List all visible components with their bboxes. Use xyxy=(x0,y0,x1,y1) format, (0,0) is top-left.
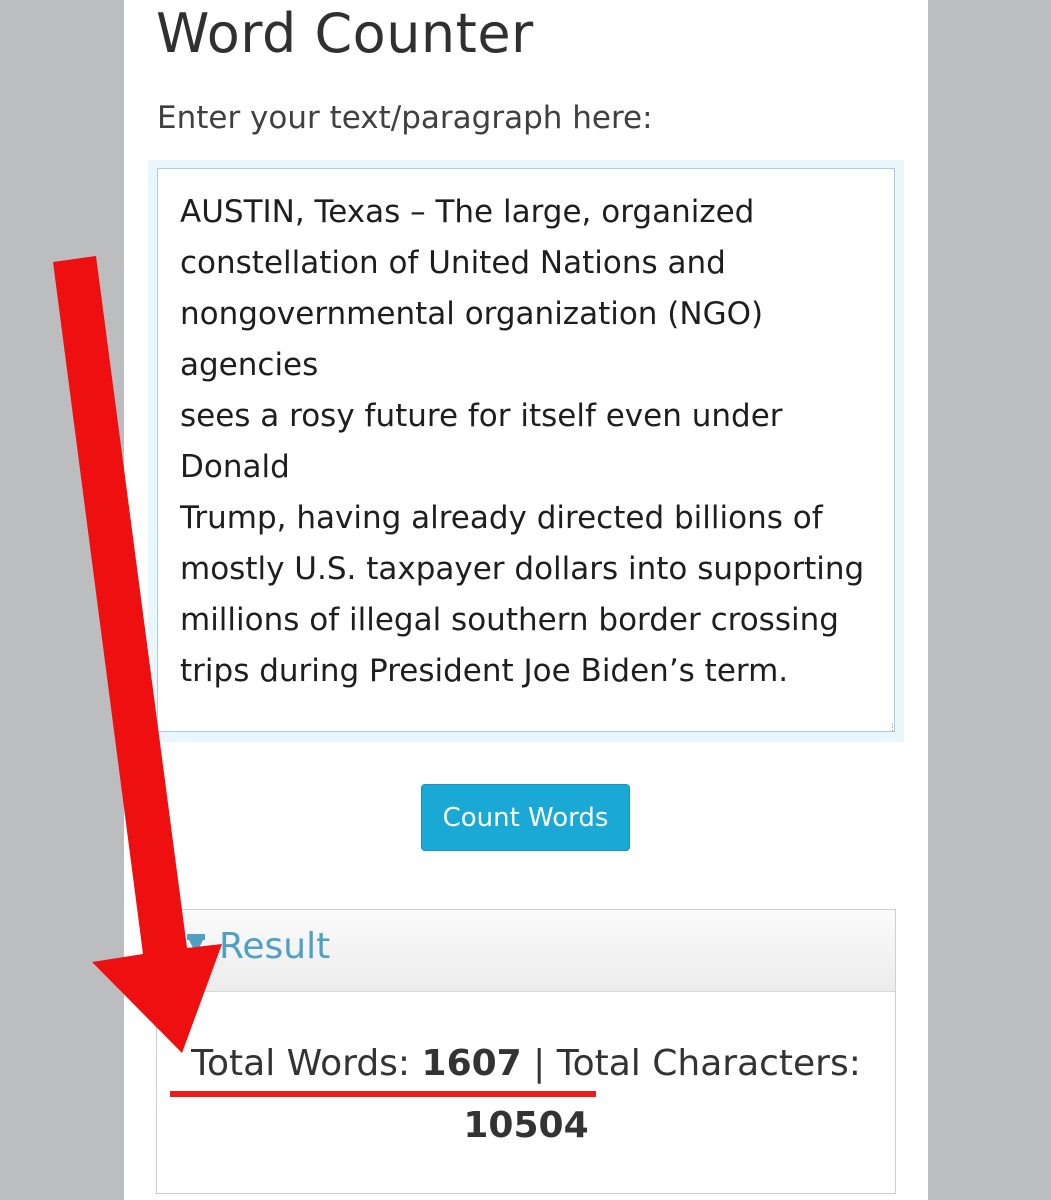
annotation-arrow-icon xyxy=(53,256,222,1053)
